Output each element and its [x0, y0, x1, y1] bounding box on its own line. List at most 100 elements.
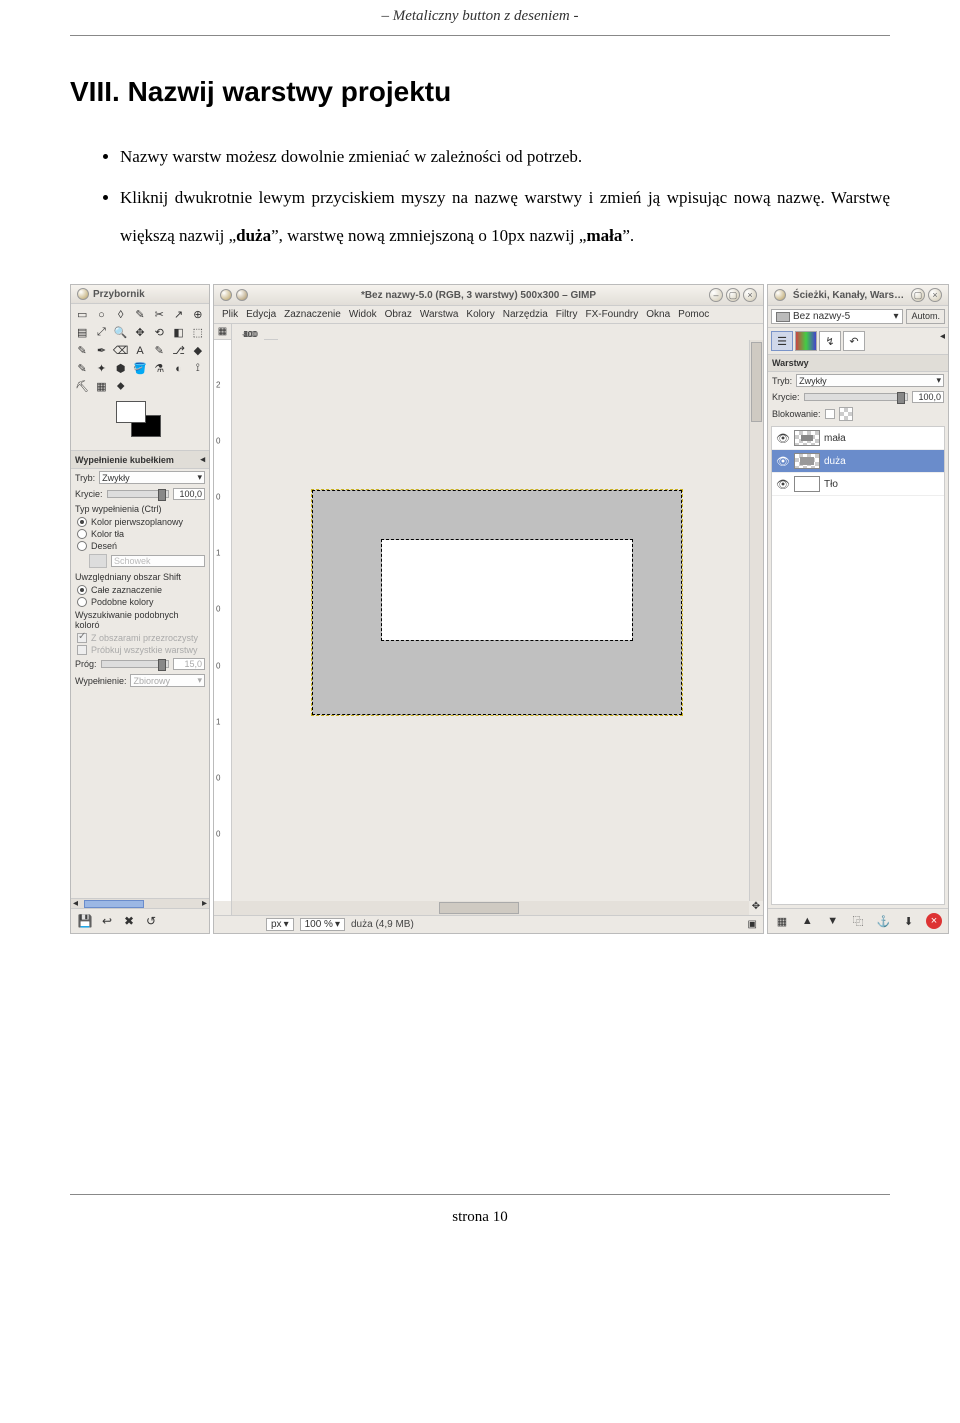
- channels-tab-icon[interactable]: [795, 331, 817, 351]
- canvas-viewport[interactable]: [232, 340, 749, 901]
- mode-combo[interactable]: Zwykły▾: [99, 471, 205, 484]
- tool-11[interactable]: ⟲: [150, 324, 168, 341]
- tool-12[interactable]: ◧: [169, 324, 187, 341]
- layer-row-mala[interactable]: 👁 mała: [772, 427, 944, 450]
- tool-2[interactable]: ◊: [112, 306, 130, 323]
- tool-4[interactable]: ✂: [150, 306, 168, 323]
- tool-3[interactable]: ✎: [131, 306, 149, 323]
- tool-30[interactable]: ⬥: [112, 378, 130, 395]
- layer-name[interactable]: duża: [824, 456, 846, 467]
- menu-filtry[interactable]: Filtry: [556, 309, 578, 320]
- fill-bg-radio[interactable]: Kolor tła: [71, 528, 209, 540]
- fgbg-swatch[interactable]: [101, 401, 179, 446]
- reset-options-icon[interactable]: ↺: [143, 913, 159, 929]
- tool-18[interactable]: ✎: [150, 342, 168, 359]
- lower-layer-icon[interactable]: ▼: [825, 913, 841, 929]
- paths-tab-icon[interactable]: ↯: [819, 331, 841, 351]
- restore-options-icon[interactable]: ↩: [99, 913, 115, 929]
- save-options-icon[interactable]: 💾: [77, 913, 93, 929]
- tool-options-menu-icon[interactable]: ◂: [200, 454, 205, 465]
- menu-warstwa[interactable]: Warstwa: [420, 309, 459, 320]
- tool-5[interactable]: ↗: [169, 306, 187, 323]
- fg-color[interactable]: [116, 401, 146, 423]
- qmask-toggle[interactable]: ▦: [214, 324, 232, 340]
- tool-17[interactable]: A: [131, 342, 149, 359]
- raise-layer-icon[interactable]: ▲: [799, 913, 815, 929]
- auto-button[interactable]: Autom.: [906, 309, 945, 324]
- tool-29[interactable]: ▦: [92, 378, 110, 395]
- new-layer-icon[interactable]: ▦: [774, 913, 790, 929]
- fill-fg-radio[interactable]: Kolor pierwszoplanowy: [71, 516, 209, 528]
- tool-7[interactable]: ▤: [73, 324, 91, 341]
- area-all-radio[interactable]: Całe zaznaczenie: [71, 584, 209, 596]
- menu-zaznaczenie[interactable]: Zaznaczenie: [284, 309, 341, 320]
- pattern-thumb[interactable]: [89, 554, 107, 568]
- menu-fx-foundry[interactable]: FX-Foundry: [585, 309, 638, 320]
- close-icon[interactable]: ×: [743, 288, 757, 302]
- toolbox-hscroll[interactable]: ◂▸: [71, 898, 209, 908]
- duplicate-layer-icon[interactable]: ⿻: [850, 913, 866, 929]
- tool-27[interactable]: ⟟: [189, 360, 207, 377]
- tool-19[interactable]: ⎇: [169, 342, 187, 359]
- close-icon[interactable]: ×: [928, 288, 942, 302]
- tool-6[interactable]: ⊕: [189, 306, 207, 323]
- eye-icon[interactable]: 👁: [776, 432, 790, 445]
- menu-okna[interactable]: Okna: [646, 309, 670, 320]
- toolbox-titlebar[interactable]: Przybornik: [71, 285, 209, 304]
- eye-icon[interactable]: 👁: [776, 455, 790, 468]
- layer-opacity-value[interactable]: 100,0: [912, 391, 944, 403]
- minimize-icon[interactable]: –: [709, 288, 723, 302]
- menu-kolory[interactable]: Kolory: [466, 309, 494, 320]
- canvas-content[interactable]: [312, 490, 682, 715]
- area-similar-radio[interactable]: Podobne kolory: [71, 596, 209, 608]
- menu-edycja[interactable]: Edycja: [246, 309, 276, 320]
- tool-20[interactable]: ◆: [189, 342, 207, 359]
- tool-22[interactable]: ✦: [92, 360, 110, 377]
- layer-row-duza[interactable]: 👁 duża: [772, 450, 944, 473]
- tool-10[interactable]: ✥: [131, 324, 149, 341]
- tool-34[interactable]: [189, 378, 207, 395]
- tool-24[interactable]: 🪣: [131, 360, 149, 377]
- tool-15[interactable]: ✒: [92, 342, 110, 359]
- tool-25[interactable]: ⚗: [150, 360, 168, 377]
- tool-13[interactable]: ⬚: [189, 324, 207, 341]
- maximize-icon[interactable]: ▢: [911, 288, 925, 302]
- lock-alpha-check[interactable]: [839, 407, 853, 421]
- ruler-vertical[interactable]: 200100100: [214, 340, 232, 901]
- units-combo[interactable]: px▾: [266, 918, 294, 931]
- tool-28[interactable]: ⛏: [73, 378, 91, 395]
- tool-21[interactable]: ✎: [73, 360, 91, 377]
- layers-tab-icon[interactable]: ☰: [771, 331, 793, 351]
- layer-row-tlo[interactable]: 👁 Tło: [772, 473, 944, 496]
- layer-name[interactable]: Tło: [824, 479, 838, 490]
- horizontal-scrollbar[interactable]: [232, 901, 749, 915]
- eye-icon[interactable]: 👁: [776, 478, 790, 491]
- menu-pomoc[interactable]: Pomoc: [678, 309, 709, 320]
- nav-icon[interactable]: ✥: [749, 901, 763, 915]
- lock-pixels-check[interactable]: [825, 409, 835, 419]
- layer-opacity-slider[interactable]: [804, 393, 908, 401]
- maximize-icon[interactable]: ▢: [726, 288, 740, 302]
- layer-mode-combo[interactable]: Zwykły▾: [796, 374, 944, 387]
- imgwin-titlebar[interactable]: *Bez nazwy-5.0 (RGB, 3 warstwy) 500x300 …: [214, 285, 763, 306]
- tool-8[interactable]: ⤢: [92, 324, 110, 341]
- layer-name[interactable]: mała: [824, 433, 846, 444]
- tool-1[interactable]: ○: [92, 306, 110, 323]
- tool-26[interactable]: ◐: [169, 360, 187, 377]
- rdock-titlebar[interactable]: Ścieżki, Kanały, Wars… ▢ ×: [768, 285, 948, 306]
- qmask-corner[interactable]: [214, 901, 232, 915]
- delete-layer-icon[interactable]: ×: [926, 913, 942, 929]
- zoom-combo[interactable]: 100 %▾: [300, 918, 345, 931]
- menu-obraz[interactable]: Obraz: [385, 309, 412, 320]
- vertical-scrollbar[interactable]: [749, 340, 763, 901]
- delete-options-icon[interactable]: ✖: [121, 913, 137, 929]
- tool-9[interactable]: 🔍: [112, 324, 130, 341]
- anchor-layer-icon[interactable]: ⚓: [875, 913, 891, 929]
- pattern-combo[interactable]: Schowek: [111, 555, 205, 567]
- tool-31[interactable]: [131, 378, 149, 395]
- undo-tab-icon[interactable]: ↶: [843, 331, 865, 351]
- menu-narzędzia[interactable]: Narzędzia: [503, 309, 548, 320]
- opacity-slider[interactable]: [107, 490, 169, 498]
- tool-23[interactable]: ⬢: [112, 360, 130, 377]
- fill-pattern-radio[interactable]: Deseń: [71, 540, 209, 552]
